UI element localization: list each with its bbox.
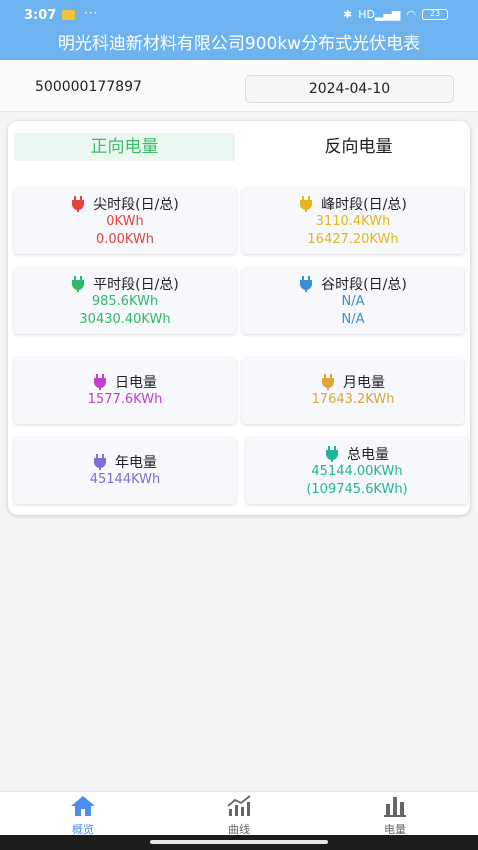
battery-icon: 23 bbox=[422, 9, 448, 20]
notification-icon bbox=[62, 10, 75, 20]
nav-curve[interactable]: 曲线 bbox=[189, 794, 289, 837]
plug-icon bbox=[300, 276, 313, 292]
sharp-day-value: 0KWh bbox=[106, 214, 144, 229]
card-daily-energy: 日电量 1577.6KWh bbox=[14, 357, 236, 424]
card-peak-period: 峰时段(日/总) 3110.4KWh 16427.20KWh bbox=[242, 187, 464, 254]
meter-info-bar: 500000177897 2024-04-10 bbox=[0, 60, 478, 112]
card-title: 月电量 bbox=[343, 375, 385, 391]
card-title: 日电量 bbox=[115, 375, 157, 391]
card-yearly-energy: 年电量 45144KWh bbox=[14, 437, 236, 504]
valley-total-value: N/A bbox=[341, 312, 365, 327]
plug-icon bbox=[94, 454, 106, 470]
home-icon bbox=[71, 796, 95, 816]
bottom-nav: 概览 曲线 电量 bbox=[0, 791, 478, 837]
flat-day-value: 985.6KWh bbox=[91, 294, 159, 309]
valley-day-value: N/A bbox=[341, 294, 365, 309]
system-nav-bar bbox=[0, 835, 478, 850]
plug-icon bbox=[326, 446, 338, 462]
monthly-value: 17643.2KWh bbox=[311, 392, 395, 407]
tab-forward-energy[interactable]: 正向电量 bbox=[14, 133, 235, 161]
status-icons: ✱ HD▂▄▆ ◠ 23 bbox=[343, 8, 448, 21]
tab-reverse-energy[interactable]: 反向电量 bbox=[248, 133, 469, 161]
card-title: 总电量 bbox=[347, 447, 389, 463]
card-title: 谷时段(日/总) bbox=[321, 277, 407, 293]
yearly-value: 45144KWh bbox=[89, 472, 161, 487]
card-monthly-energy: 月电量 17643.2KWh bbox=[242, 357, 464, 424]
more-notifications-icon: ··· bbox=[84, 6, 99, 20]
total-value: 45144.00KWh bbox=[311, 464, 403, 479]
peak-total-value: 16427.20KWh bbox=[307, 232, 399, 247]
status-bar: 3:07 ··· ✱ HD▂▄▆ ◠ 23 bbox=[0, 0, 478, 30]
date-picker[interactable]: 2024-04-10 bbox=[245, 75, 454, 103]
meter-id: 500000177897 bbox=[35, 79, 142, 95]
daily-value: 1577.6KWh bbox=[87, 392, 163, 407]
plug-icon bbox=[300, 196, 313, 212]
card-sharp-period: 尖时段(日/总) 0KWh 0.00KWh bbox=[14, 187, 236, 254]
bar-chart-icon bbox=[384, 797, 406, 817]
wifi-icon: ◠ bbox=[406, 8, 416, 21]
signal-icon: HD▂▄▆ bbox=[358, 8, 401, 21]
line-chart-icon bbox=[227, 795, 251, 816]
sharp-total-value: 0.00KWh bbox=[95, 232, 155, 247]
plug-icon bbox=[322, 374, 334, 390]
card-valley-period: 谷时段(日/总) N/A N/A bbox=[242, 267, 464, 334]
status-time: 3:07 bbox=[24, 8, 57, 23]
card-title: 平时段(日/总) bbox=[93, 277, 179, 293]
card-title: 年电量 bbox=[115, 455, 157, 471]
nav-overview[interactable]: 概览 bbox=[33, 794, 133, 837]
bluetooth-icon: ✱ bbox=[343, 8, 353, 21]
plug-icon bbox=[94, 374, 106, 390]
plug-icon bbox=[72, 196, 85, 212]
energy-panel: 正向电量 反向电量 尖时段(日/总) 0KWh 0.00KWh 峰时段(日/总)… bbox=[8, 121, 470, 515]
plug-icon bbox=[72, 276, 85, 292]
card-total-energy: 总电量 45144.00KWh (109745.6KWh) bbox=[246, 437, 468, 504]
app-header: 3:07 ··· ✱ HD▂▄▆ ◠ 23 明光科迪新材料有限公司900kw分布… bbox=[0, 0, 478, 60]
flat-total-value: 30430.40KWh bbox=[79, 312, 171, 327]
peak-day-value: 3110.4KWh bbox=[315, 214, 391, 229]
page-title: 明光科迪新材料有限公司900kw分布式光伏电表 bbox=[57, 34, 421, 54]
card-title: 尖时段(日/总) bbox=[93, 197, 179, 213]
nav-energy[interactable]: 电量 bbox=[345, 794, 445, 837]
home-indicator[interactable] bbox=[150, 840, 328, 844]
card-flat-period: 平时段(日/总) 985.6KWh 30430.40KWh bbox=[14, 267, 236, 334]
total-reverse-value: (109745.6KWh) bbox=[306, 482, 408, 497]
card-title: 峰时段(日/总) bbox=[321, 197, 407, 213]
